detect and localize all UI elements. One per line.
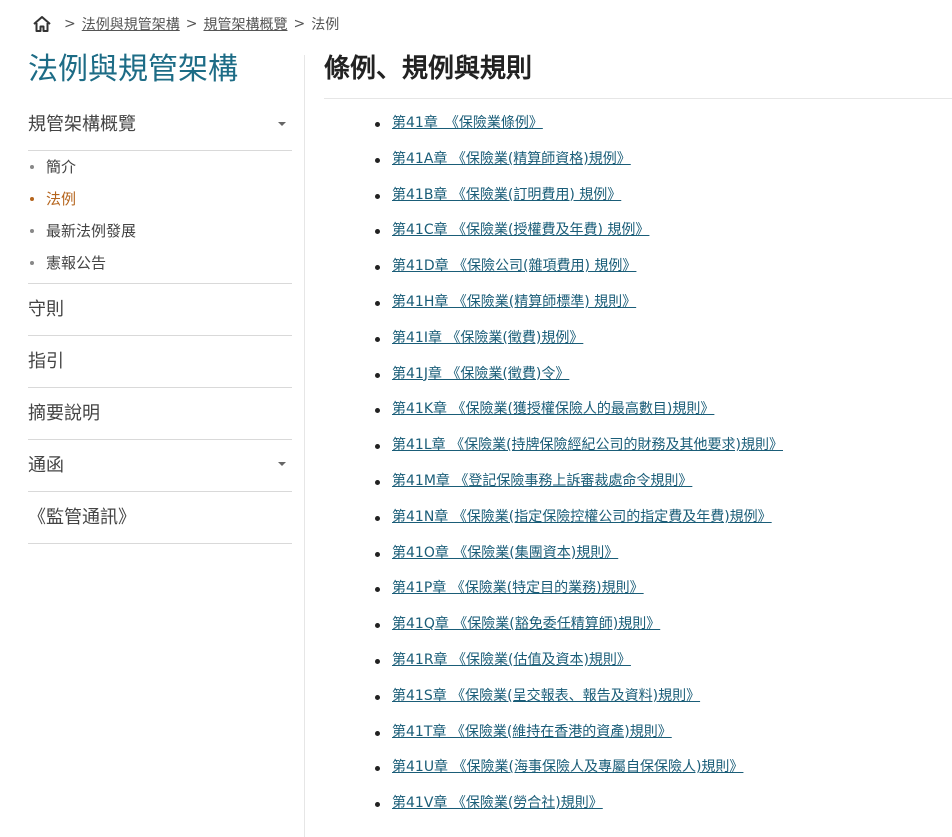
- ordinance-link[interactable]: 第41P章 《保險業(特定目的業務)規則》: [392, 580, 644, 596]
- breadcrumb-separator: >: [64, 16, 76, 32]
- breadcrumb: > 法例與規管架構 > 規管架構概覽 > 法例: [32, 13, 339, 35]
- list-item: 第41H章 《保險業(精算師標準) 規則》: [374, 285, 783, 321]
- title-divider: [324, 98, 952, 99]
- ordinance-link[interactable]: 第41O章 《保險業(集團資本)規則》: [392, 545, 618, 561]
- list-item: 第41S章 《保險業(呈交報表、報告及資料)規則》: [374, 679, 783, 715]
- breadcrumb-separator: >: [185, 16, 198, 32]
- sidebar-item-label: 規管架構概覽: [28, 114, 136, 135]
- ordinance-link[interactable]: 第41U章 《保險業(海事保險人及專屬自保保險人)規則》: [392, 759, 743, 775]
- list-item: 第41N章 《保險業(指定保險控權公司的指定費及年費)規例》: [374, 500, 783, 536]
- sidebar-item-codes[interactable]: 守則: [28, 284, 292, 336]
- ordinance-link[interactable]: 第41L章 《保險業(持牌保險經紀公司的財務及其他要求)規則》: [392, 437, 783, 453]
- list-item: 第41R章 《保險業(估值及資本)規則》: [374, 643, 783, 679]
- list-item: 第41K章 《保險業(獲授權保險人的最高數目)規則》: [374, 392, 783, 428]
- ordinance-link[interactable]: 第41章 《保險業條例》: [392, 115, 543, 131]
- ordinance-link[interactable]: 第41N章 《保險業(指定保險控權公司的指定費及年費)規例》: [392, 509, 772, 525]
- ordinance-link[interactable]: 第41M章 《登記保險事務上訴審裁處命令規則》: [392, 473, 692, 489]
- list-item: 第41A章 《保險業(精算師資格)規例》: [374, 142, 783, 178]
- list-item: 第41J章 《保險業(徵費)令》: [374, 357, 783, 393]
- ordinance-link[interactable]: 第41S章 《保險業(呈交報表、報告及資料)規則》: [392, 688, 700, 704]
- sidebar-item-overview[interactable]: 規管架構概覽: [28, 100, 292, 151]
- ordinance-list: 第41章 《保險業條例》 第41A章 《保險業(精算師資格)規例》 第41B章 …: [374, 106, 783, 822]
- sidebar-item-label: 摘要說明: [28, 403, 100, 424]
- list-item: 第41M章 《登記保險事務上訴審裁處命令規則》: [374, 464, 783, 500]
- list-item: 第41T章 《保險業(維持在香港的資產)規則》: [374, 715, 783, 751]
- list-item: 第41章 《保險業條例》: [374, 106, 783, 142]
- ordinance-link[interactable]: 第41C章 《保險業(授權費及年費) 規例》: [392, 222, 649, 238]
- chevron-down-icon[interactable]: [278, 462, 286, 466]
- ordinance-link[interactable]: 第41I章 《保險業(徵費)規例》: [392, 330, 583, 346]
- list-item: 第41V章 《保險業(勞合社)規則》: [374, 786, 783, 822]
- ordinance-link[interactable]: 第41D章 《保險公司(雜項費用) 規例》: [392, 258, 636, 274]
- sidebar-subitem-intro[interactable]: 簡介: [28, 151, 292, 183]
- ordinance-link[interactable]: 第41Q章 《保險業(豁免委任精算師)規則》: [392, 616, 660, 632]
- sidebar-item-explanatory-notes[interactable]: 摘要說明: [28, 388, 292, 440]
- ordinance-link[interactable]: 第41H章 《保險業(精算師標準) 規則》: [392, 294, 636, 310]
- sidebar-item-label: 守則: [28, 299, 64, 320]
- sidebar: 法例與規管架構 規管架構概覽 簡介 法例 最新法例發展 憲報公告 守則 指引 摘…: [28, 50, 292, 544]
- ordinance-link[interactable]: 第41V章 《保險業(勞合社)規則》: [392, 795, 603, 811]
- list-item: 第41D章 《保險公司(雜項費用) 規例》: [374, 249, 783, 285]
- sidebar-item-label: 通函: [28, 455, 64, 476]
- sidebar-item-label: 《監管通訊》: [28, 507, 136, 528]
- sidebar-subitem-latest-developments[interactable]: 最新法例發展: [28, 215, 292, 247]
- list-item: 第41C章 《保險業(授權費及年費) 規例》: [374, 213, 783, 249]
- ordinance-link[interactable]: 第41R章 《保險業(估值及資本)規則》: [392, 652, 631, 668]
- list-item: 第41Q章 《保險業(豁免委任精算師)規則》: [374, 607, 783, 643]
- sidebar-title: 法例與規管架構: [28, 52, 238, 87]
- breadcrumb-separator: >: [293, 16, 306, 32]
- list-item: 第41I章 《保險業(徵費)規例》: [374, 321, 783, 357]
- ordinance-link[interactable]: 第41T章 《保險業(維持在香港的資產)規則》: [392, 724, 672, 740]
- breadcrumb-link-overview[interactable]: 規管架構概覽: [203, 14, 287, 34]
- ordinance-link[interactable]: 第41B章 《保險業(訂明費用) 規例》: [392, 187, 621, 203]
- sidebar-item-guidelines[interactable]: 指引: [28, 336, 292, 388]
- list-item: 第41O章 《保險業(集團資本)規則》: [374, 536, 783, 572]
- sidebar-subitem-legislation[interactable]: 法例: [28, 183, 292, 215]
- sidebar-subitem-gazette[interactable]: 憲報公告: [28, 247, 292, 279]
- ordinance-link[interactable]: 第41J章 《保險業(徵費)令》: [392, 366, 569, 382]
- sidebar-item-label: 指引: [28, 351, 64, 372]
- sidebar-item-circulars[interactable]: 通函: [28, 440, 292, 492]
- column-divider: [304, 55, 305, 837]
- page-title: 條例、規例與規則: [324, 54, 533, 84]
- breadcrumb-link-regulatory-framework[interactable]: 法例與規管架構: [82, 14, 180, 34]
- list-item: 第41L章 《保險業(持牌保險經紀公司的財務及其他要求)規則》: [374, 428, 783, 464]
- list-item: 第41P章 《保險業(特定目的業務)規則》: [374, 571, 783, 607]
- ordinance-link[interactable]: 第41K章 《保險業(獲授權保險人的最高數目)規則》: [392, 401, 714, 417]
- breadcrumb-current: 法例: [311, 17, 340, 33]
- ordinance-link[interactable]: 第41A章 《保險業(精算師資格)規例》: [392, 151, 631, 167]
- sidebar-sub-list: 簡介 法例 最新法例發展 憲報公告: [28, 151, 292, 284]
- sidebar-item-newsletter[interactable]: 《監管通訊》: [28, 492, 292, 544]
- list-item: 第41U章 《保險業(海事保險人及專屬自保保險人)規則》: [374, 750, 783, 786]
- list-item: 第41B章 《保險業(訂明費用) 規例》: [374, 178, 783, 214]
- home-icon[interactable]: [32, 14, 52, 34]
- chevron-down-icon[interactable]: [278, 122, 286, 126]
